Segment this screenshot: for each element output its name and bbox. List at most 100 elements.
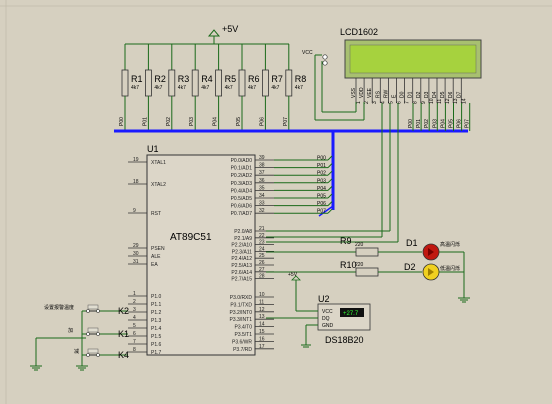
pin-number: 39 [259, 155, 265, 161]
net-label: P02 [166, 117, 172, 126]
lcd-vcc-label: VCC [302, 50, 313, 56]
net-label: P02 [317, 171, 326, 177]
pin-name: P2.3/A11 [232, 249, 252, 255]
key-ref: K2 [118, 306, 129, 316]
pin-name: P1.1 [151, 302, 162, 308]
pin-name: P1.3 [151, 318, 162, 324]
lcd-pin-name: RW [383, 89, 389, 98]
resistor-ref: R5 [225, 74, 237, 84]
lcd-pin-num: 11 [437, 99, 443, 104]
pin-name: P0.4/AD4 [231, 188, 253, 194]
net-label: P06 [259, 117, 265, 126]
resistor-value: 4k7 [178, 85, 186, 91]
mcu-name: AT89C51 [170, 232, 212, 243]
pin-name: P2.6/A14 [231, 270, 252, 276]
pin-number: 18 [133, 179, 139, 185]
pin-number: 13 [259, 314, 265, 320]
d1-label: 高温闪烁 [440, 241, 460, 248]
resistor-ref: R8 [295, 74, 307, 84]
pin-number: 10 [259, 292, 265, 298]
pin-name: P1.0 [151, 294, 162, 300]
pin-name: P3.5/T1 [234, 332, 252, 338]
lcd-pin-num: 2 [364, 101, 370, 104]
pin-name: EA [151, 262, 158, 268]
pin-name: P1.4 [151, 326, 162, 332]
resistor-ref: R1 [131, 74, 143, 84]
pin-number: 25 [259, 253, 265, 259]
pin-number: 2 [133, 299, 136, 305]
key-label: 加 [68, 327, 73, 334]
lcd-pin-num: 13 [453, 98, 459, 104]
net-label: P01 [142, 117, 148, 126]
lcd-pin-num: 10 [429, 98, 435, 104]
pin-name: P3.7/RD [233, 347, 252, 353]
pin-number: 6 [133, 331, 136, 337]
pin-name: P0.3/AD3 [231, 181, 253, 187]
resistor-ref: R2 [154, 74, 166, 84]
lcd-pin-name: D0 [400, 91, 406, 98]
lcd-pin-name: VEE [367, 87, 373, 98]
sensor-pin-gnd: GND [322, 323, 334, 329]
key-ref: K1 [118, 329, 129, 339]
pin-number: 11 [259, 299, 264, 305]
net-label: P01 [317, 163, 326, 169]
lcd-pin-num: 4 [380, 101, 386, 104]
pin-name: P0.1/AD1 [231, 166, 253, 172]
pin-name: P3.2/INT0 [229, 310, 252, 316]
pin-name: P0.0/AD0 [231, 158, 253, 164]
pin-number: 14 [259, 322, 265, 328]
pin-name: P0.2/AD2 [231, 173, 253, 179]
net-label: P03 [432, 119, 438, 128]
pin-name: P3.1/TXD [230, 302, 252, 308]
sensor-pin-dq: DQ [322, 316, 330, 322]
lcd-name: LCD1602 [340, 27, 378, 37]
net-label: P06 [317, 201, 326, 207]
pin-number: 37 [259, 170, 265, 176]
pin-number: 3 [133, 307, 136, 313]
lcd-pin-name: D5 [440, 91, 446, 98]
pin-name: RST [151, 211, 161, 217]
pin-number: 26 [259, 260, 265, 266]
contrast-pot-terminal [322, 54, 328, 60]
resistor-ref: R4 [201, 74, 213, 84]
pin-number: 17 [259, 344, 265, 350]
lcd-pin-num: 8 [413, 101, 419, 104]
pin-number: 30 [133, 251, 139, 257]
pin-number: 36 [259, 178, 265, 184]
lcd-pin-num: 6 [397, 101, 403, 104]
r9-value: 220 [355, 242, 364, 248]
net-label: P04 [317, 186, 326, 192]
pin-name: P1.7 [151, 350, 162, 356]
pin-number: 21 [259, 226, 265, 232]
pin-name: P3.6/WR [232, 339, 252, 345]
net-label: P07 [283, 117, 289, 126]
net-label: P07 [317, 209, 326, 215]
sensor-name: DS18B20 [325, 335, 364, 345]
net-label: P00 [317, 156, 326, 162]
pin-name: P2.1/A9 [234, 236, 252, 242]
lcd-pin-num: 12 [445, 98, 451, 104]
lcd-pin-num: 7 [405, 101, 411, 104]
resistor-value: 4k7 [201, 85, 209, 91]
pin-number: 1 [133, 291, 136, 297]
net-label: P07 [465, 119, 471, 128]
lcd-pin-num: 5 [388, 101, 394, 104]
lcd-pin-name: D1 [408, 91, 414, 98]
pin-number: 15 [259, 329, 265, 335]
pin-number: 29 [133, 243, 139, 249]
pin-name: P2.0/A8 [234, 229, 252, 235]
lcd-pin-name: D2 [416, 91, 422, 98]
pin-number: 19 [133, 157, 139, 163]
lcd-pin-num: 1 [356, 101, 362, 104]
mcu-at89c51: U1 AT89C51 19 XTAL118 XTAL29 RST29 PSEN30 ALE… [128, 144, 274, 356]
r10-value: 220 [355, 262, 364, 268]
resistor-value: 4k7 [248, 85, 256, 91]
pin-number: 27 [259, 267, 265, 273]
pin-number: 5 [133, 323, 136, 329]
pin-name: P0.5/AD5 [231, 196, 253, 202]
net-label: P03 [189, 117, 195, 126]
sensor-vcc-label: +5V [288, 272, 298, 278]
net-label: P06 [457, 119, 463, 128]
pin-name: XTAL1 [151, 160, 166, 166]
contrast-pot-terminal [322, 60, 328, 66]
